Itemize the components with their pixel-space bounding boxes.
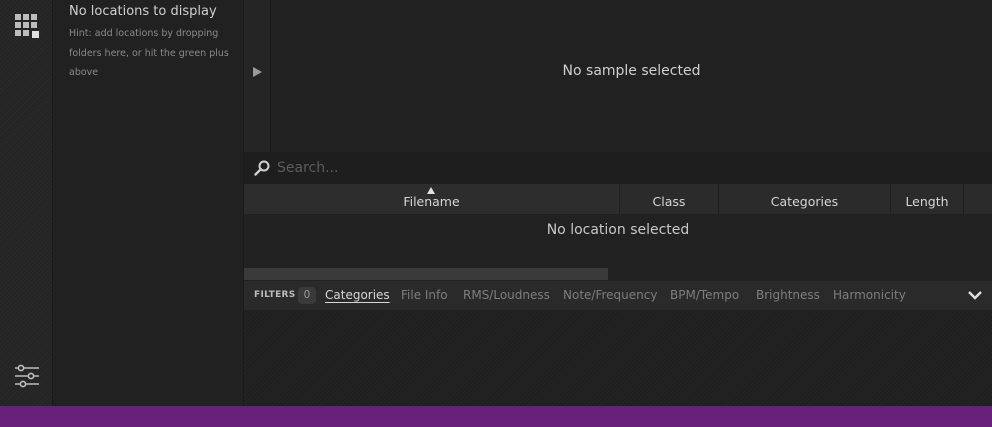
status-bar bbox=[0, 406, 992, 427]
column-label: Categories bbox=[770, 194, 839, 209]
left-rail bbox=[0, 0, 53, 406]
filter-tab-harmonicity[interactable]: Harmonicity bbox=[833, 288, 906, 302]
play-icon[interactable] bbox=[253, 67, 262, 77]
column-header-length[interactable]: Length bbox=[891, 184, 964, 214]
table-body: No location selected bbox=[244, 214, 992, 281]
column-header-filename[interactable]: Filename bbox=[244, 184, 620, 214]
filter-tab-note-frequency[interactable]: Note/Frequency bbox=[563, 288, 657, 302]
search-icon bbox=[254, 160, 270, 176]
filter-tab-brightness[interactable]: Brightness bbox=[756, 288, 820, 302]
locations-hint: Hint: add locations by dropping folders … bbox=[69, 28, 229, 78]
filter-tab-bpm-tempo[interactable]: BPM/Tempo bbox=[670, 288, 739, 302]
search-input[interactable] bbox=[277, 158, 877, 178]
grid-view-icon[interactable] bbox=[15, 14, 39, 40]
filter-tab-categories[interactable]: Categories bbox=[325, 288, 390, 302]
settings-sliders-icon[interactable] bbox=[15, 364, 39, 388]
column-header-categories[interactable]: Categories bbox=[719, 184, 891, 214]
filters-count-badge: 0 bbox=[298, 287, 316, 304]
search-bar bbox=[244, 152, 992, 184]
horizontal-scrollbar[interactable] bbox=[244, 268, 608, 280]
filter-content-area bbox=[244, 310, 992, 406]
filters-bar: FILTERS 0 Categories File Info RMS/Loudn… bbox=[244, 281, 992, 310]
column-header-class[interactable]: Class bbox=[620, 184, 719, 214]
locations-panel: No locations to display Hint: add locati… bbox=[53, 0, 244, 406]
filters-label: FILTERS bbox=[254, 290, 296, 300]
column-label: Length bbox=[905, 194, 949, 209]
waveform-panel: No sample selected bbox=[271, 0, 992, 152]
locations-empty-title: No locations to display bbox=[69, 4, 217, 19]
panel-toggle-strip[interactable] bbox=[244, 0, 271, 152]
chevron-down-icon[interactable] bbox=[968, 290, 982, 300]
table-header: Filename Class Categories Length bbox=[244, 184, 992, 214]
column-label: Class bbox=[652, 194, 686, 209]
no-location-message: No location selected bbox=[546, 222, 690, 238]
no-sample-message: No sample selected bbox=[562, 63, 701, 79]
filter-tab-file-info[interactable]: File Info bbox=[401, 288, 448, 302]
column-label: Filename bbox=[403, 194, 460, 209]
column-header-more[interactable] bbox=[964, 184, 992, 214]
filter-tab-rms-loudness[interactable]: RMS/Loudness bbox=[463, 288, 550, 302]
sort-ascending-icon bbox=[427, 187, 435, 194]
